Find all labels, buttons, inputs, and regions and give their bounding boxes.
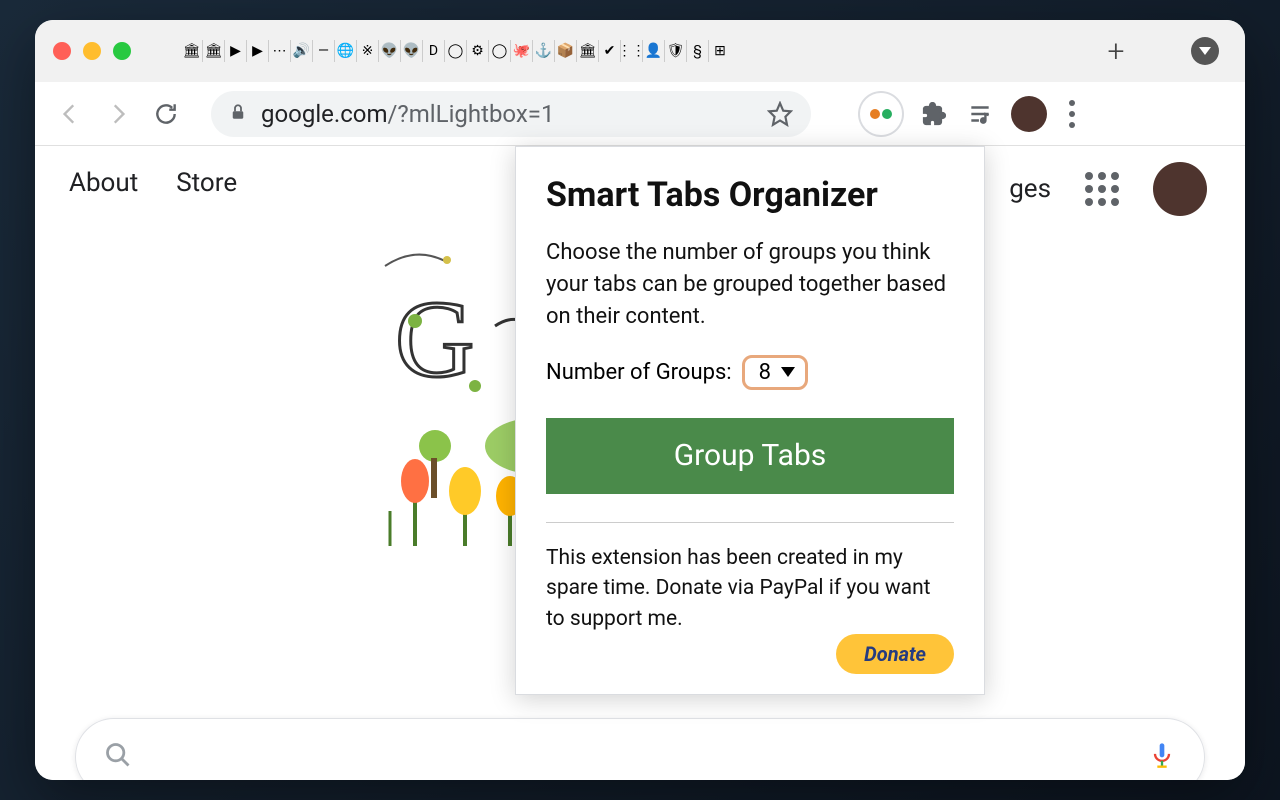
google-search-input[interactable]	[75, 718, 1205, 780]
tab-favicon[interactable]: ◯	[489, 40, 511, 62]
tab-favicon[interactable]: ▶	[225, 40, 247, 62]
tab-strip: 🏛🏛▶▶⋯🔊—🌐※👽👽D◯⚙◯🐙⚓📦🏛✔⋮⋮👤🛡§⊞	[181, 40, 1041, 62]
browser-toolbar: google.com/?mlLightbox=1	[35, 82, 1245, 146]
extension-popup: Smart Tabs Organizer Choose the number o…	[515, 146, 985, 695]
tab-favicon[interactable]: ⋮⋮	[621, 40, 643, 62]
url-text: google.com/?mlLightbox=1	[261, 100, 554, 128]
tab-favicon[interactable]: 🛡	[665, 40, 687, 62]
about-link[interactable]: About	[69, 168, 138, 198]
tab-favicon[interactable]: §	[687, 40, 709, 62]
tab-favicon[interactable]: 🏛	[181, 40, 203, 62]
google-apps-icon[interactable]	[1085, 172, 1119, 206]
tab-favicon[interactable]: 🌐	[335, 40, 357, 62]
bookmark-star-icon[interactable]	[767, 101, 793, 127]
tab-favicon[interactable]: ◯	[445, 40, 467, 62]
popup-description: Choose the number of groups you think yo…	[546, 237, 954, 333]
extensions-menu-button[interactable]	[919, 99, 949, 129]
groups-row: Number of Groups: 8	[546, 355, 954, 390]
tab-favicon[interactable]: 🐙	[511, 40, 533, 62]
svg-text:G: G	[395, 278, 474, 400]
google-account-avatar[interactable]	[1153, 162, 1207, 216]
popup-title: Smart Tabs Organizer	[546, 175, 954, 215]
smart-tabs-extension-button[interactable]	[859, 92, 903, 136]
tab-favicon[interactable]: ⋯	[269, 40, 291, 62]
new-tab-button[interactable]: +	[1101, 36, 1131, 66]
google-nav-right: ges	[1009, 162, 1207, 216]
tab-favicon[interactable]: ⚙	[467, 40, 489, 62]
chrome-menu-button[interactable]	[1063, 94, 1081, 134]
tab-favicon[interactable]: ※	[357, 40, 379, 62]
reload-button[interactable]	[151, 99, 181, 129]
fullscreen-window-button[interactable]	[113, 42, 131, 60]
tab-favicon[interactable]: ⚓	[533, 40, 555, 62]
tab-favicon[interactable]: D	[423, 40, 445, 62]
minimize-window-button[interactable]	[83, 42, 101, 60]
tab-favicon[interactable]: 📦	[555, 40, 577, 62]
close-window-button[interactable]	[53, 42, 71, 60]
address-bar[interactable]: google.com/?mlLightbox=1	[211, 91, 811, 137]
tab-favicon[interactable]: 🏛	[577, 40, 599, 62]
groups-label: Number of Groups:	[546, 360, 732, 385]
tab-favicon[interactable]: —	[313, 40, 335, 62]
tab-favicon[interactable]: 🏛	[203, 40, 225, 62]
profile-avatar-button[interactable]	[1011, 96, 1047, 132]
popup-divider	[546, 522, 954, 523]
window-titlebar: 🏛🏛▶▶⋯🔊—🌐※👽👽D◯⚙◯🐙⚓📦🏛✔⋮⋮👤🛡§⊞ +	[35, 20, 1245, 82]
store-link[interactable]: Store	[176, 168, 237, 198]
images-link[interactable]: ges	[1009, 174, 1051, 204]
lock-icon	[229, 103, 247, 125]
media-controls-button[interactable]	[965, 99, 995, 129]
donate-text: This extension has been created in my sp…	[546, 543, 954, 634]
traffic-lights	[53, 42, 131, 60]
group-tabs-button[interactable]: Group Tabs	[546, 418, 954, 494]
groups-value: 8	[759, 360, 771, 385]
donate-button[interactable]: Donate	[836, 634, 954, 674]
browser-window: 🏛🏛▶▶⋯🔊—🌐※👽👽D◯⚙◯🐙⚓📦🏛✔⋮⋮👤🛡§⊞ + google.com/…	[35, 20, 1245, 780]
forward-button[interactable]	[103, 99, 133, 129]
page-content: About Store ges G	[35, 146, 1245, 780]
search-icon	[104, 741, 132, 773]
tab-overflow-button[interactable]	[1191, 37, 1219, 65]
tab-favicon[interactable]: 👽	[401, 40, 423, 62]
voice-search-icon[interactable]	[1148, 741, 1176, 773]
back-button[interactable]	[55, 99, 85, 129]
tab-favicon[interactable]: ▶	[247, 40, 269, 62]
extension-icon	[870, 109, 892, 119]
groups-select[interactable]: 8	[742, 355, 808, 390]
tab-favicon[interactable]: 👽	[379, 40, 401, 62]
tab-favicon[interactable]: ⊞	[709, 40, 731, 62]
google-nav-left: About Store	[69, 168, 237, 198]
tab-favicon[interactable]: 👤	[643, 40, 665, 62]
tab-favicon[interactable]: 🔊	[291, 40, 313, 62]
extension-cluster	[859, 92, 1081, 136]
